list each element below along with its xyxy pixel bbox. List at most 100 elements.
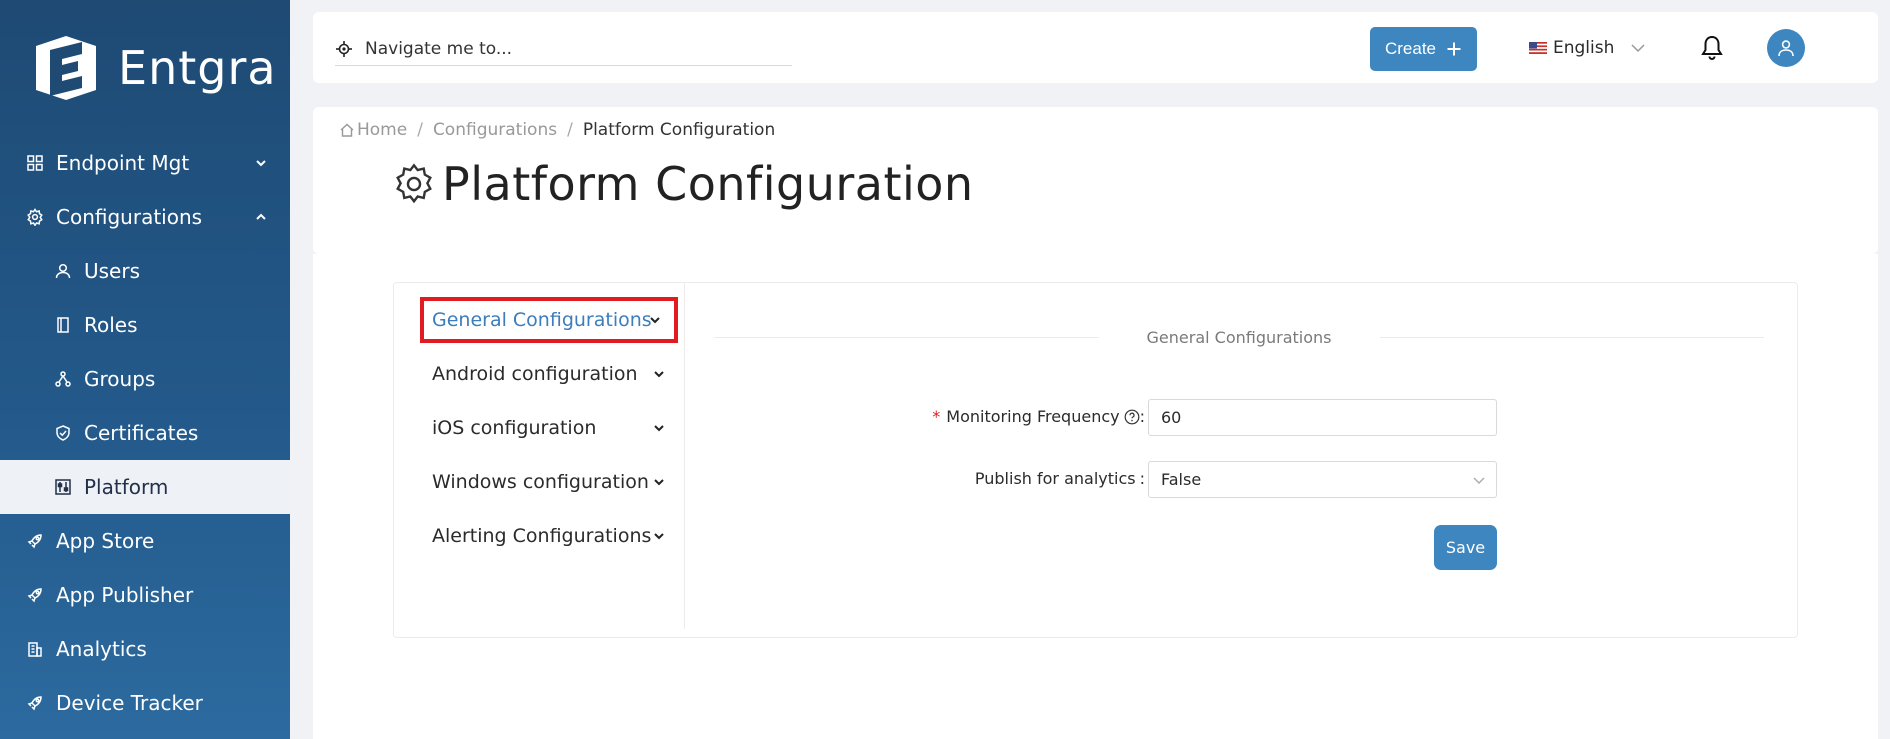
monitoring-frequency-label: * Monitoring Frequency : [932, 407, 1145, 426]
sidebar-item-label: App Publisher [56, 583, 194, 607]
grid-icon [26, 154, 44, 172]
navigate-input[interactable] [365, 38, 785, 59]
sidebar-item-label: App Store [56, 529, 155, 553]
sidebar-item-platform[interactable]: Platform [0, 460, 290, 514]
language-label: English [1553, 38, 1615, 58]
gear-icon [26, 208, 44, 226]
sidebar-item-roles[interactable]: Roles [0, 298, 290, 352]
required-marker: * [932, 407, 941, 426]
create-button[interactable]: Create [1370, 27, 1477, 71]
create-button-label: Create [1384, 39, 1437, 58]
menu-item-label: General Configurations [432, 309, 652, 331]
sliders-icon [54, 478, 72, 496]
chevron-down-icon [256, 160, 266, 167]
menu-item-label: Android configuration [432, 363, 638, 385]
notification-button[interactable] [1699, 34, 1725, 62]
brand-name: Entgra [118, 41, 277, 95]
publish-analytics-label: Publish for analytics : [975, 469, 1145, 488]
sidebar-item-users[interactable]: Users [0, 244, 290, 298]
label-colon: : [1139, 469, 1145, 488]
chevron-down-icon [650, 317, 660, 324]
section-title: General Configurations [1146, 327, 1332, 347]
us-flag-icon [1529, 42, 1547, 54]
user-icon [54, 262, 72, 280]
sidebar-nav: Endpoint Mgt Configurations Users Roles [0, 136, 290, 730]
publish-analytics-select[interactable]: False [1148, 461, 1497, 498]
bell-icon [1701, 35, 1723, 60]
sidebar-item-configurations[interactable]: Configurations [0, 190, 290, 244]
breadcrumb-current: Platform Configuration [582, 120, 776, 140]
breadcrumb-configurations[interactable]: Configurations [433, 120, 557, 140]
sidebar-item-analytics[interactable]: Analytics [0, 622, 290, 676]
sidebar-item-label: Platform [84, 475, 169, 499]
sidebar: Entgra Endpoint Mgt Configurations Users [0, 0, 290, 739]
section-divider: General Configurations [714, 327, 1765, 347]
sidebar-item-label: Endpoint Mgt [56, 151, 190, 175]
publish-label-text: Publish for analytics [974, 469, 1136, 488]
chevron-down-icon [1473, 477, 1485, 484]
page-title-row: Platform Configuration [392, 157, 974, 211]
publish-value: False [1161, 470, 1202, 489]
top-bar: Create English [313, 12, 1878, 83]
entgra-logo[interactable]: Entgra [30, 32, 277, 104]
monitoring-value: 60 [1161, 408, 1182, 427]
menu-item-label: iOS configuration [432, 417, 597, 439]
monitoring-frequency-input[interactable]: 60 [1148, 399, 1497, 436]
sidebar-item-label: Configurations [56, 205, 203, 229]
chevron-down-icon [654, 479, 664, 486]
rocket-icon [26, 694, 44, 712]
chevron-down-icon [654, 371, 664, 378]
sidebar-item-certificates[interactable]: Certificates [0, 406, 290, 460]
sidebar-item-app-store[interactable]: App Store [0, 514, 290, 568]
user-avatar[interactable] [1767, 29, 1805, 67]
breadcrumb-home[interactable]: Home [357, 120, 407, 140]
sidebar-item-app-publisher[interactable]: App Publisher [0, 568, 290, 622]
sidebar-item-label: Groups [84, 367, 156, 391]
sidebar-item-label: Certificates [84, 421, 199, 445]
divider-line [1379, 336, 1765, 338]
breadcrumb: Home / Configurations / Platform Configu… [339, 120, 775, 140]
monitoring-label-text: Monitoring Frequency [946, 407, 1120, 426]
save-button[interactable]: Save [1434, 525, 1497, 570]
sidebar-item-label: Users [84, 259, 141, 283]
language-selector[interactable]: English [1529, 34, 1646, 62]
chevron-up-icon [256, 213, 266, 220]
chevron-down-icon [654, 533, 664, 540]
shield-icon [54, 424, 72, 442]
sidebar-item-label: Device Tracker [56, 691, 203, 715]
menu-item-label: Windows configuration [432, 471, 649, 493]
chevron-down-icon [1631, 44, 1645, 53]
chevron-down-icon [654, 425, 664, 432]
navigate-search [335, 32, 792, 66]
book-icon [54, 316, 72, 334]
sidebar-item-groups[interactable]: Groups [0, 352, 290, 406]
menu-item-alerting[interactable]: Alerting Configurations [420, 513, 678, 559]
sidebar-item-label: Analytics [56, 637, 147, 661]
label-colon: : [1139, 407, 1145, 426]
menu-item-ios[interactable]: iOS configuration [420, 405, 678, 451]
sidebar-item-device-tracker[interactable]: Device Tracker [0, 676, 290, 730]
sidebar-item-endpoint-mgt[interactable]: Endpoint Mgt [0, 136, 290, 190]
rocket-icon [26, 586, 44, 604]
gear-icon [396, 163, 432, 204]
nodes-icon [54, 370, 72, 388]
breadcrumb-separator: / [567, 120, 573, 140]
divider-line [714, 336, 1099, 338]
breadcrumb-separator: / [417, 120, 423, 140]
building-icon [26, 640, 44, 658]
menu-item-label: Alerting Configurations [432, 525, 652, 547]
page-title: Platform Configuration [442, 157, 974, 211]
main-content: General Configurations Android configura… [313, 254, 1878, 739]
config-card: General Configurations Android configura… [393, 282, 1798, 638]
home-icon [340, 123, 354, 137]
entgra-logo-icon [36, 36, 96, 100]
locate-icon [336, 40, 352, 57]
rocket-icon [26, 532, 44, 550]
question-circle-icon[interactable] [1124, 409, 1140, 425]
menu-item-android[interactable]: Android configuration [420, 351, 678, 397]
page-header: Home / Configurations / Platform Configu… [313, 107, 1878, 254]
menu-item-general[interactable]: General Configurations [420, 297, 678, 343]
config-menu: General Configurations Android configura… [394, 283, 685, 629]
menu-item-windows[interactable]: Windows configuration [420, 459, 678, 505]
plus-icon [1447, 42, 1461, 56]
